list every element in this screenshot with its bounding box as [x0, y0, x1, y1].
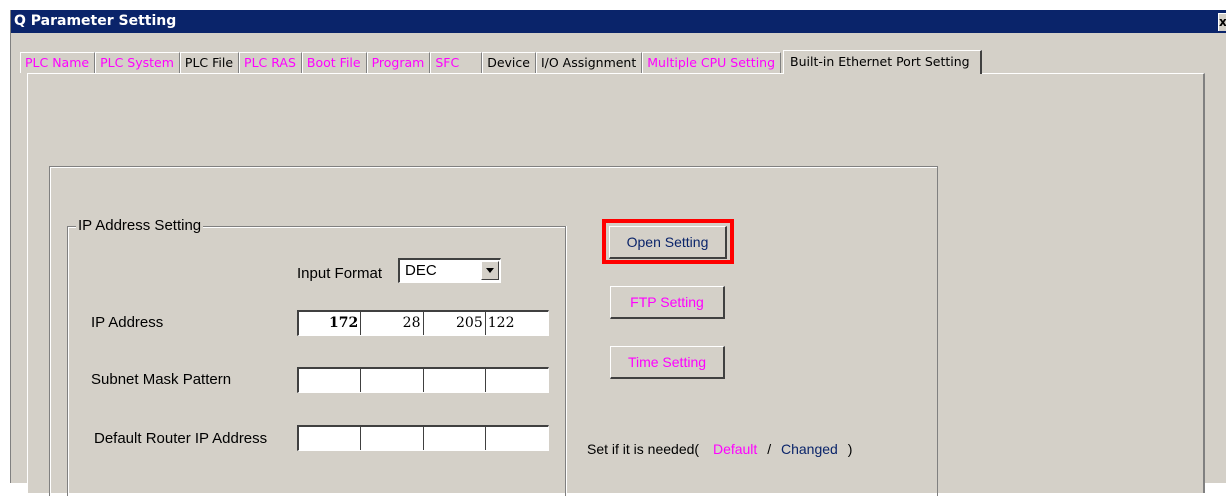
input-format-label: Input Format	[297, 265, 383, 282]
ip-octet-3[interactable]: 205	[424, 312, 486, 335]
subnet-octet-1[interactable]	[299, 369, 362, 392]
title-bar: Q Parameter Setting x	[11, 10, 1226, 33]
tab-boot-file[interactable]: Boot File	[301, 52, 367, 73]
tab-plc-file[interactable]: PLC File	[179, 52, 240, 73]
ftp-setting-button[interactable]: FTP Setting	[610, 286, 725, 319]
close-icon: x	[1219, 15, 1226, 29]
tab-label: SFC	[435, 55, 460, 70]
window-title: Q Parameter Setting	[14, 13, 177, 29]
tab-device[interactable]: Device	[482, 52, 536, 73]
subnet-mask-label: Subnet Mask Pattern	[91, 371, 232, 388]
ip-address-group-title: IP Address Setting	[76, 217, 204, 235]
highlight-box	[602, 219, 734, 264]
default-router-label: Default Router IP Address	[94, 430, 268, 447]
input-format-value: DEC	[405, 262, 437, 279]
tab-label: Built-in Ethernet Port Setting	[790, 54, 970, 69]
note-suffix: )	[847, 441, 853, 457]
close-button[interactable]: x	[1218, 13, 1226, 31]
ip-address-field[interactable]: 172 28 205 122	[297, 310, 549, 336]
tab-sfc[interactable]: SFC	[430, 52, 483, 73]
ip-octet-2[interactable]: 28	[361, 312, 424, 335]
router-octet-1[interactable]	[299, 427, 362, 450]
subnet-mask-field[interactable]	[297, 367, 549, 393]
tab-plc-ras[interactable]: PLC RAS	[239, 52, 302, 73]
tab-label: I/O Assignment	[540, 55, 637, 70]
tab-strip: PLC Name PLC System PLC File PLC RAS Boo…	[20, 49, 982, 74]
tab-plc-name[interactable]: PLC Name	[20, 52, 96, 73]
subnet-octet-4[interactable]	[486, 369, 548, 392]
tab-label: PLC System	[100, 55, 174, 70]
router-octet-3[interactable]	[424, 427, 486, 450]
default-router-field[interactable]	[297, 425, 549, 451]
tab-multiple-cpu-setting[interactable]: Multiple CPU Setting	[642, 52, 782, 73]
subnet-octet-2[interactable]	[361, 369, 424, 392]
tab-label: PLC File	[184, 55, 234, 70]
note-prefix: Set if it is needed(	[587, 441, 700, 457]
tab-io-assignment[interactable]: I/O Assignment	[535, 52, 643, 73]
tab-built-in-ethernet-port-setting[interactable]: Built-in Ethernet Port Setting	[783, 50, 982, 74]
router-octet-4[interactable]	[486, 427, 548, 450]
tab-plc-system[interactable]: PLC System	[95, 52, 180, 73]
note-changed: Changed	[780, 441, 838, 457]
time-setting-button[interactable]: Time Setting	[610, 346, 725, 379]
tab-label: Boot File	[306, 55, 361, 70]
tab-program[interactable]: Program	[366, 52, 431, 73]
ip-address-label: IP Address	[91, 314, 164, 331]
note-slash: /	[767, 441, 772, 457]
note-default: Default	[712, 441, 758, 457]
tab-label: Device	[487, 55, 530, 70]
tab-label: PLC RAS	[244, 55, 296, 70]
setting-status-note: Set if it is needed( Default / Changed )	[587, 440, 852, 458]
tab-label: PLC Name	[25, 55, 90, 70]
tab-label: Multiple CPU Setting	[647, 55, 776, 70]
ip-octet-4[interactable]: 122	[486, 312, 548, 335]
router-octet-2[interactable]	[361, 427, 424, 450]
ip-octet-1[interactable]: 172	[299, 312, 362, 335]
input-format-select[interactable]: DEC	[398, 258, 501, 283]
tab-label: Program	[371, 55, 425, 70]
subnet-octet-3[interactable]	[424, 369, 486, 392]
chevron-down-icon[interactable]	[481, 261, 499, 280]
